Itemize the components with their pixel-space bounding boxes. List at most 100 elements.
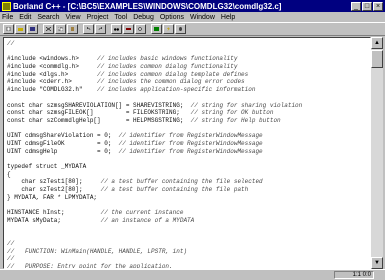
code-editor[interactable]: // #include <windows.h> // includes basic… bbox=[3, 37, 371, 269]
paste-icon bbox=[71, 27, 74, 31]
code-comment: // includes the common dialog error code… bbox=[97, 78, 245, 86]
find-button[interactable] bbox=[111, 24, 122, 34]
menu-debug[interactable]: Debug bbox=[133, 14, 154, 21]
code-line[interactable]: const char szCommdlgHelp[] = HELPMSGSTRI… bbox=[7, 117, 368, 125]
save-file-button[interactable] bbox=[27, 24, 38, 34]
scroll-thumb[interactable] bbox=[371, 50, 383, 68]
code-line[interactable]: #include "COMDLG32.h" // includes applic… bbox=[7, 86, 368, 94]
code-comment: // string for OK button bbox=[190, 109, 274, 117]
toolbar bbox=[0, 22, 385, 36]
code-comment: // string for sharing violation bbox=[190, 101, 303, 109]
code-segment: #include <dlgs.h> bbox=[7, 70, 98, 78]
scroll-down-button[interactable]: ▼ bbox=[371, 257, 383, 269]
save-disk-icon bbox=[30, 27, 35, 31]
debug-button[interactable] bbox=[175, 24, 186, 34]
code-line[interactable] bbox=[7, 94, 368, 102]
code-segment: // FUNCTION: WinMain(HANDLE, HANDLE, LPS… bbox=[7, 247, 188, 255]
code-line[interactable]: // bbox=[7, 40, 368, 48]
code-comment: // identifier from RegisterWindowMessage bbox=[118, 147, 263, 155]
code-line[interactable]: // bbox=[7, 240, 368, 248]
cursor-position: 1:1 0:0 bbox=[334, 271, 374, 279]
vertical-scrollbar[interactable]: ▲ ▼ bbox=[371, 37, 383, 269]
app-icon[interactable] bbox=[2, 1, 11, 11]
replace-button[interactable] bbox=[123, 24, 134, 34]
code-line[interactable] bbox=[7, 232, 368, 240]
code-line[interactable]: // bbox=[7, 255, 368, 263]
redo-button[interactable] bbox=[95, 24, 106, 34]
code-line[interactable] bbox=[7, 155, 368, 163]
title-bar[interactable]: Borland C++ - [C:\BC5\EXAMPLES\WINDOWS\C… bbox=[0, 0, 385, 12]
menu-bar: File Edit Search View Project Tool Debug… bbox=[0, 12, 385, 22]
menu-file[interactable]: File bbox=[2, 14, 13, 21]
lightning-icon bbox=[167, 27, 170, 31]
code-line[interactable]: // FUNCTION: WinMain(HANDLE, HANDLE, LPS… bbox=[7, 248, 368, 256]
code-line[interactable]: UINT cdmsgHelp = 0; // identifier from R… bbox=[7, 148, 368, 156]
code-segment: const char szmsgFILEOK[] = FILEOKSTRING; bbox=[7, 109, 191, 117]
code-segment: #include <commdlg.h> bbox=[7, 63, 98, 71]
code-segment: MYDATA sMyData; bbox=[7, 216, 101, 224]
make-button[interactable] bbox=[151, 24, 162, 34]
code-segment: // bbox=[7, 40, 15, 47]
close-button[interactable]: × bbox=[373, 1, 383, 11]
menu-window[interactable]: Window bbox=[190, 14, 215, 21]
minimize-button[interactable]: _ bbox=[351, 1, 361, 11]
code-line[interactable]: HINSTANCE hInst; // the current instance bbox=[7, 209, 368, 217]
run-button[interactable] bbox=[163, 24, 174, 34]
code-line[interactable]: char szTest2[80]; // a test buffer conta… bbox=[7, 186, 368, 194]
code-line[interactable]: #include <windows.h> // includes basic w… bbox=[7, 55, 368, 63]
code-segment: // bbox=[7, 255, 15, 263]
code-line[interactable]: typedef struct _MYDATA bbox=[7, 163, 368, 171]
window-title: Borland C++ - [C:\BC5\EXAMPLES\WINDOWS\C… bbox=[13, 1, 282, 11]
paste-button[interactable] bbox=[67, 24, 78, 34]
code-line[interactable]: } MYDATA, FAR * LPMYDATA; bbox=[7, 194, 368, 202]
code-line[interactable] bbox=[7, 201, 368, 209]
code-segment: { bbox=[7, 170, 11, 178]
code-comment: // includes application-specific informa… bbox=[97, 86, 256, 94]
copy-button[interactable] bbox=[55, 24, 66, 34]
code-line[interactable]: MYDATA sMyData; // an instance of a MYDA… bbox=[7, 217, 368, 225]
code-line[interactable]: { bbox=[7, 171, 368, 179]
maximize-button[interactable]: □ bbox=[362, 1, 372, 11]
code-comment: // includes basic windows functionality bbox=[97, 55, 238, 63]
code-segment: HINSTANCE hInst; bbox=[7, 209, 101, 217]
code-line[interactable] bbox=[7, 225, 368, 233]
bug-icon bbox=[179, 27, 182, 31]
menu-view[interactable]: View bbox=[66, 14, 81, 21]
code-line[interactable]: const char szmsgFILEOK[] = FILEOKSTRING;… bbox=[7, 109, 368, 117]
code-line[interactable]: UINT cdmsgShareViolation = 0; // identif… bbox=[7, 132, 368, 140]
code-segment: #include "COMDLG32.h" bbox=[7, 86, 98, 94]
code-comment: // the current instance bbox=[100, 209, 184, 217]
code-segment: UINT cdmsgShareViolation = 0; bbox=[7, 132, 119, 140]
status-bar: 1:1 0:0 bbox=[0, 269, 385, 280]
undo-button[interactable] bbox=[83, 24, 94, 34]
menu-tool[interactable]: Tool bbox=[114, 14, 127, 21]
search-again-button[interactable] bbox=[135, 24, 146, 34]
code-segment: UINT cdmsgFileOK = 0; bbox=[7, 139, 119, 147]
code-line[interactable] bbox=[7, 48, 368, 56]
code-line[interactable]: const char szmsgSHAREVIOLATION[] = SHARE… bbox=[7, 102, 368, 110]
scroll-up-button[interactable]: ▲ bbox=[371, 37, 383, 49]
new-file-button[interactable] bbox=[3, 24, 14, 34]
code-line[interactable]: #include <commdlg.h> // includes common … bbox=[7, 63, 368, 71]
menu-project[interactable]: Project bbox=[87, 14, 109, 21]
new-file-icon bbox=[6, 27, 11, 31]
menu-options[interactable]: Options bbox=[160, 14, 184, 21]
code-line[interactable]: char szTest1[80]; // a test buffer conta… bbox=[7, 178, 368, 186]
code-line[interactable]: UINT cdmsgFileOK = 0; // identifier from… bbox=[7, 140, 368, 148]
code-segment: const char szmsgSHAREVIOLATION[] = SHARE… bbox=[7, 101, 191, 109]
code-line[interactable]: #include <dlgs.h> // includes common dia… bbox=[7, 71, 368, 79]
code-comment: // includes common dialog functionality bbox=[97, 63, 238, 71]
code-line[interactable] bbox=[7, 125, 368, 133]
code-line[interactable]: #include <cderr.h> // includes the commo… bbox=[7, 78, 368, 86]
code-segment: typedef struct _MYDATA bbox=[7, 163, 87, 170]
menu-help[interactable]: Help bbox=[221, 14, 235, 21]
cut-button[interactable] bbox=[43, 24, 54, 34]
code-text[interactable]: // #include <windows.h> // includes basic… bbox=[7, 40, 368, 268]
code-comment: // identifier from RegisterWindowMessage bbox=[118, 132, 263, 140]
menu-edit[interactable]: Edit bbox=[19, 14, 31, 21]
build-icon bbox=[154, 27, 159, 31]
open-file-button[interactable] bbox=[15, 24, 26, 34]
code-segment: #include <cderr.h> bbox=[7, 78, 98, 86]
code-segment: char szTest1[80]; bbox=[7, 178, 101, 186]
menu-search[interactable]: Search bbox=[37, 14, 59, 21]
